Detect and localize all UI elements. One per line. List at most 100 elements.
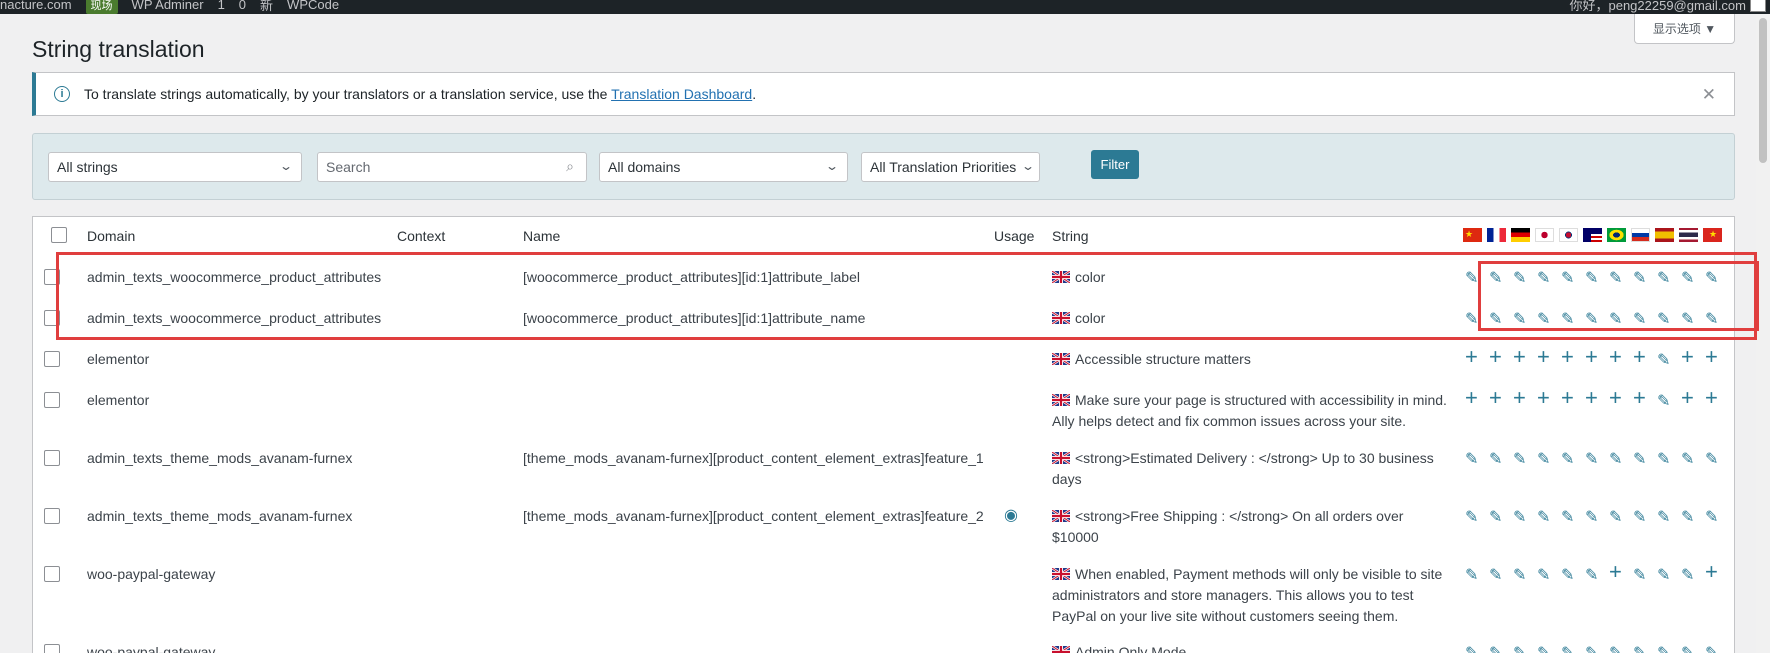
edit-translation-icon[interactable]: ✎ — [1633, 507, 1646, 527]
edit-translation-icon[interactable]: ✎ — [1537, 565, 1550, 585]
admin-bar-site[interactable]: nacture.com — [0, 0, 72, 12]
row-checkbox[interactable] — [44, 392, 60, 408]
edit-translation-icon[interactable]: ✎ — [1681, 565, 1694, 585]
admin-bar-item[interactable]: WP Adminer — [132, 0, 204, 12]
add-translation-icon[interactable]: + — [1633, 385, 1646, 411]
add-translation-icon[interactable]: + — [1513, 385, 1526, 411]
edit-translation-icon[interactable]: ✎ — [1561, 565, 1574, 585]
edit-translation-icon[interactable]: ✎ — [1633, 449, 1646, 469]
row-domain: woo-paypal-gateway — [87, 566, 216, 582]
close-icon[interactable]: ✕ — [1702, 85, 1716, 105]
add-translation-icon[interactable]: + — [1513, 344, 1526, 370]
column-string[interactable]: String — [1052, 228, 1089, 244]
edit-translation-icon[interactable]: ✎ — [1585, 449, 1598, 469]
edit-translation-icon[interactable]: ✎ — [1705, 643, 1718, 653]
edit-translation-icon[interactable]: ✎ — [1609, 449, 1622, 469]
edit-translation-icon[interactable]: ✎ — [1537, 507, 1550, 527]
admin-bar-badge[interactable]: 现场 — [85, 0, 118, 14]
add-translation-icon[interactable]: + — [1465, 344, 1478, 370]
row-checkbox[interactable] — [44, 508, 60, 524]
search-placeholder: Search — [326, 159, 371, 175]
column-usage[interactable]: Usage — [994, 228, 1034, 244]
edit-translation-icon[interactable]: ✎ — [1537, 449, 1550, 469]
edit-translation-icon[interactable]: ✎ — [1657, 507, 1670, 527]
edit-translation-icon[interactable]: ✎ — [1657, 350, 1670, 370]
row-checkbox[interactable] — [44, 566, 60, 582]
edit-translation-icon[interactable]: ✎ — [1585, 643, 1598, 653]
edit-translation-icon[interactable]: ✎ — [1633, 565, 1646, 585]
add-translation-icon[interactable]: + — [1585, 385, 1598, 411]
add-translation-icon[interactable]: + — [1633, 344, 1646, 370]
edit-translation-icon[interactable]: ✎ — [1465, 449, 1478, 469]
translation-dashboard-link[interactable]: Translation Dashboard — [611, 86, 752, 102]
column-name[interactable]: Name — [523, 228, 560, 244]
edit-translation-icon[interactable]: ✎ — [1585, 565, 1598, 585]
add-translation-icon[interactable]: + — [1681, 385, 1694, 411]
add-translation-icon[interactable]: + — [1537, 385, 1550, 411]
admin-bar-item[interactable]: WPCode — [287, 0, 339, 12]
add-translation-icon[interactable]: + — [1705, 344, 1718, 370]
edit-translation-icon[interactable]: ✎ — [1561, 507, 1574, 527]
edit-translation-icon[interactable]: ✎ — [1513, 643, 1526, 653]
edit-translation-icon[interactable]: ✎ — [1705, 449, 1718, 469]
domains-select[interactable]: All domains ⌄ — [599, 152, 848, 182]
add-translation-icon[interactable]: + — [1561, 385, 1574, 411]
edit-translation-icon[interactable]: ✎ — [1489, 565, 1502, 585]
column-domain[interactable]: Domain — [87, 228, 135, 244]
column-context[interactable]: Context — [397, 228, 445, 244]
add-translation-icon[interactable]: + — [1609, 385, 1622, 411]
edit-translation-icon[interactable]: ✎ — [1657, 643, 1670, 653]
admin-bar-item[interactable]: 0 — [239, 0, 246, 12]
add-translation-icon[interactable]: + — [1681, 344, 1694, 370]
add-translation-icon[interactable]: + — [1465, 385, 1478, 411]
edit-translation-icon[interactable]: ✎ — [1513, 449, 1526, 469]
edit-translation-icon[interactable]: ✎ — [1609, 643, 1622, 653]
select-all-checkbox[interactable] — [51, 227, 67, 243]
admin-bar-item[interactable]: 1 — [218, 0, 225, 12]
edit-translation-icon[interactable]: ✎ — [1465, 643, 1478, 653]
chevron-down-icon: ⌄ — [824, 159, 840, 173]
edit-translation-icon[interactable]: ✎ — [1657, 449, 1670, 469]
edit-translation-icon[interactable]: ✎ — [1633, 643, 1646, 653]
add-translation-icon[interactable]: + — [1489, 344, 1502, 370]
scrollbar-thumb[interactable] — [1759, 18, 1767, 163]
edit-translation-icon[interactable]: ✎ — [1561, 449, 1574, 469]
add-translation-icon[interactable]: + — [1609, 344, 1622, 370]
edit-translation-icon[interactable]: ✎ — [1705, 507, 1718, 527]
admin-bar-greeting[interactable]: 你好，peng22259@gmail.com — [1569, 0, 1746, 14]
row-checkbox[interactable] — [44, 644, 60, 653]
edit-translation-icon[interactable]: ✎ — [1537, 643, 1550, 653]
search-input[interactable]: Search ⌕ — [317, 152, 587, 182]
edit-translation-icon[interactable]: ✎ — [1681, 643, 1694, 653]
screen-options-button[interactable]: 显示选项 ▼ — [1634, 14, 1735, 44]
add-translation-icon[interactable]: + — [1585, 344, 1598, 370]
eye-icon[interactable]: ◉ — [1004, 505, 1018, 525]
edit-translation-icon[interactable]: ✎ — [1585, 507, 1598, 527]
add-translation-icon[interactable]: + — [1609, 559, 1622, 585]
add-translation-icon[interactable]: + — [1705, 559, 1718, 585]
avatar[interactable] — [1750, 0, 1766, 12]
priorities-select[interactable]: All Translation Priorities ⌄ — [861, 152, 1040, 182]
strings-select[interactable]: All strings ⌄ — [48, 152, 302, 182]
add-translation-icon[interactable]: + — [1537, 344, 1550, 370]
edit-translation-icon[interactable]: ✎ — [1681, 449, 1694, 469]
edit-translation-icon[interactable]: ✎ — [1489, 643, 1502, 653]
edit-translation-icon[interactable]: ✎ — [1513, 507, 1526, 527]
edit-translation-icon[interactable]: ✎ — [1561, 643, 1574, 653]
edit-translation-icon[interactable]: ✎ — [1489, 449, 1502, 469]
edit-translation-icon[interactable]: ✎ — [1465, 565, 1478, 585]
add-translation-icon[interactable]: + — [1705, 385, 1718, 411]
edit-translation-icon[interactable]: ✎ — [1465, 507, 1478, 527]
edit-translation-icon[interactable]: ✎ — [1657, 565, 1670, 585]
row-checkbox[interactable] — [44, 450, 60, 466]
add-translation-icon[interactable]: + — [1489, 385, 1502, 411]
edit-translation-icon[interactable]: ✎ — [1681, 507, 1694, 527]
edit-translation-icon[interactable]: ✎ — [1609, 507, 1622, 527]
filter-button[interactable]: Filter — [1091, 150, 1139, 179]
add-translation-icon[interactable]: + — [1561, 344, 1574, 370]
edit-translation-icon[interactable]: ✎ — [1489, 507, 1502, 527]
row-checkbox[interactable] — [44, 351, 60, 367]
edit-translation-icon[interactable]: ✎ — [1513, 565, 1526, 585]
admin-bar-item[interactable]: 新 — [260, 0, 273, 14]
edit-translation-icon[interactable]: ✎ — [1657, 391, 1670, 411]
